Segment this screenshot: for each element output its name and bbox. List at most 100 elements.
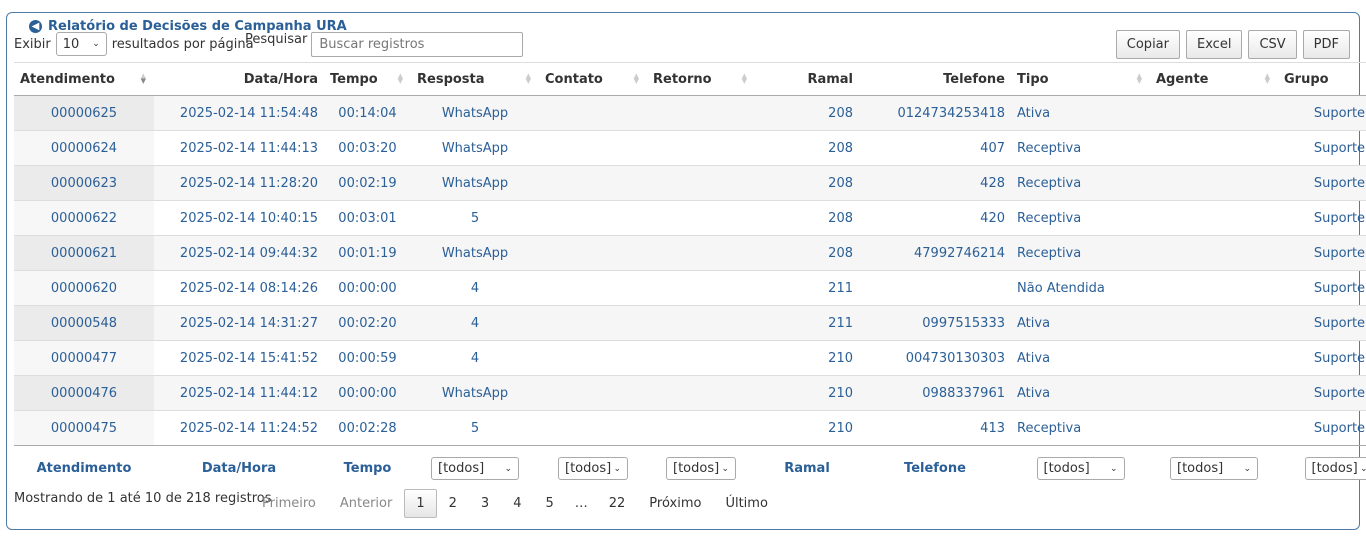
- cell-retorno: [647, 410, 755, 446]
- cell-agente: [1150, 130, 1278, 166]
- cell-tempo: 00:00:00: [324, 270, 411, 306]
- cell-ramal: 208: [755, 235, 859, 271]
- cell-ramal: 211: [755, 305, 859, 341]
- col-header-resposta[interactable]: Resposta ▲ ▼: [411, 62, 539, 96]
- footer-tempo: Tempo: [343, 461, 392, 477]
- cell-tempo: 00:01:19: [324, 235, 411, 271]
- col-header-retorno[interactable]: Retorno ▲ ▼: [647, 62, 755, 96]
- cell-ramal: 210: [755, 340, 859, 376]
- col-header-telefone[interactable]: Telefone: [859, 62, 1011, 96]
- cell-tempo: 00:02:20: [324, 305, 411, 341]
- page-button[interactable]: 2: [437, 489, 469, 518]
- col-header-tipo[interactable]: Tipo ▲ ▼: [1011, 62, 1150, 96]
- footer-tipo: [todos] ⌄: [1011, 446, 1150, 492]
- cell-grupo: Suporte: [1278, 410, 1366, 446]
- cell-grupo: Suporte: [1278, 375, 1366, 411]
- cell-datahora: 2025-02-14 11:24:52: [154, 410, 324, 446]
- cell-tempo: 00:03:20: [324, 130, 411, 166]
- cell-ramal: 208: [755, 165, 859, 201]
- cell-datahora: 2025-02-14 09:44:32: [154, 235, 324, 271]
- cell-ramal: 208: [755, 200, 859, 236]
- footer-agente: [todos] ⌄: [1150, 446, 1278, 492]
- copy-button[interactable]: Copiar: [1115, 30, 1180, 59]
- table-row[interactable]: 00000476 2025-02-14 11:44:12 00:00:00 Whats…: [14, 375, 1366, 411]
- cell-atendimento: 00000623: [14, 165, 154, 201]
- cell-telefone: 004730130303: [859, 340, 1011, 376]
- cell-resposta: WhatsApp: [411, 375, 539, 411]
- cell-datahora: 2025-02-14 11:28:20: [154, 165, 324, 201]
- table-row[interactable]: 00000624 2025-02-14 11:44:13 00:03:20 Whats…: [14, 130, 1366, 166]
- cell-telefone: 413: [859, 410, 1011, 446]
- cell-agente: [1150, 165, 1278, 201]
- length-prefix: Exibir: [14, 36, 51, 52]
- col-header-datahora[interactable]: Data/Hora: [154, 62, 324, 96]
- filter-agente-select[interactable]: [todos] ⌄: [1170, 457, 1258, 481]
- filter-retorno-select[interactable]: [todos] ⌄: [666, 457, 736, 481]
- cell-retorno: [647, 375, 755, 411]
- cell-tempo: 00:14:04: [324, 95, 411, 131]
- excel-button[interactable]: Excel: [1186, 30, 1243, 59]
- filter-tipo-select[interactable]: [todos] ⌄: [1036, 457, 1125, 481]
- cell-agente: [1150, 270, 1278, 306]
- chevron-down-icon: ⌄: [1359, 463, 1366, 474]
- cell-agente: [1150, 375, 1278, 411]
- cell-grupo: Suporte: [1278, 130, 1366, 166]
- table-row[interactable]: 00000622 2025-02-14 10:40:15 00:03:01 5 208 4…: [14, 200, 1366, 236]
- cell-resposta: WhatsApp: [411, 165, 539, 201]
- cell-contato: [539, 95, 647, 131]
- col-header-atendimento[interactable]: Atendimento ▲ ▼: [14, 62, 154, 96]
- cell-contato: [539, 165, 647, 201]
- cell-contato: [539, 305, 647, 341]
- page-ellipsis: …: [574, 496, 588, 511]
- page-button-current[interactable]: 1: [404, 489, 437, 518]
- page-length-control: Exibir 10 ⌄ resultados por página: [14, 32, 254, 56]
- cell-contato: [539, 270, 647, 306]
- cell-contato: [539, 235, 647, 271]
- page-first-button[interactable]: Primeiro: [250, 489, 328, 518]
- pdf-button[interactable]: PDF: [1302, 30, 1350, 59]
- page-button[interactable]: 3: [469, 489, 501, 518]
- collapse-arrow-icon[interactable]: ◀: [29, 19, 42, 33]
- table-row[interactable]: 00000475 2025-02-14 11:24:52 00:02:28 5 210 4…: [14, 410, 1366, 446]
- col-header-agente[interactable]: Agente ▲ ▼: [1150, 62, 1278, 96]
- cell-atendimento: 00000620: [14, 270, 154, 306]
- cell-agente: [1150, 410, 1278, 446]
- cell-resposta: 5: [411, 410, 539, 446]
- cell-atendimento: 00000625: [14, 95, 154, 131]
- cell-telefone: 420: [859, 200, 1011, 236]
- table-row[interactable]: 00000548 2025-02-14 14:31:27 00:02:20 4 211 0…: [14, 305, 1366, 341]
- cell-grupo: Suporte: [1278, 270, 1366, 306]
- page-length-select[interactable]: 10 ⌄: [55, 32, 107, 56]
- table-toolbar: Exibir 10 ⌄ resultados por página Pesqui…: [14, 30, 1350, 59]
- filter-grupo-select[interactable]: [todos] ⌄: [1304, 457, 1366, 481]
- export-buttons: Copiar Excel CSV PDF: [1115, 30, 1350, 59]
- page-last-button[interactable]: Último: [713, 489, 779, 518]
- page-next-button[interactable]: Próximo: [637, 489, 713, 518]
- page-button-last-number[interactable]: 22: [597, 489, 638, 518]
- table-info: Mostrando de 1 até 10 de 218 registros: [14, 491, 272, 506]
- cell-datahora: 2025-02-14 11:54:48: [154, 95, 324, 131]
- cell-tipo: Ativa: [1011, 95, 1150, 131]
- page-prev-button[interactable]: Anterior: [328, 489, 404, 518]
- filter-contato-select[interactable]: [todos] ⌄: [558, 457, 628, 481]
- col-header-ramal[interactable]: Ramal: [755, 62, 859, 96]
- table-row[interactable]: 00000623 2025-02-14 11:28:20 00:02:19 Whats…: [14, 165, 1366, 201]
- page-button[interactable]: 5: [533, 489, 565, 518]
- filter-resposta-select[interactable]: [todos] ⌄: [431, 457, 519, 481]
- col-header-contato[interactable]: Contato ▲ ▼: [539, 62, 647, 96]
- cell-ramal: 210: [755, 410, 859, 446]
- csv-button[interactable]: CSV: [1248, 30, 1297, 59]
- table-row[interactable]: 00000477 2025-02-14 15:41:52 00:00:59 4 210 0…: [14, 340, 1366, 376]
- cell-telefone: 428: [859, 165, 1011, 201]
- length-suffix: resultados por página: [111, 36, 254, 52]
- col-header-tempo[interactable]: Tempo ▲ ▼: [324, 62, 411, 96]
- table-row[interactable]: 00000620 2025-02-14 08:14:26 00:00:00 4 211 N…: [14, 270, 1366, 306]
- search-input[interactable]: [311, 32, 524, 57]
- page-button[interactable]: 4: [501, 489, 533, 518]
- table-row[interactable]: 00000621 2025-02-14 09:44:32 00:01:19 Whats…: [14, 235, 1366, 271]
- cell-grupo: Suporte: [1278, 95, 1366, 131]
- col-header-grupo[interactable]: Grupo▲▼: [1278, 62, 1366, 96]
- footer-retorno: [todos] ⌄: [647, 446, 755, 492]
- table-row[interactable]: 00000625 2025-02-14 11:54:48 00:14:04 Whats…: [14, 95, 1366, 131]
- footer-atendimento: Atendimento: [36, 461, 132, 477]
